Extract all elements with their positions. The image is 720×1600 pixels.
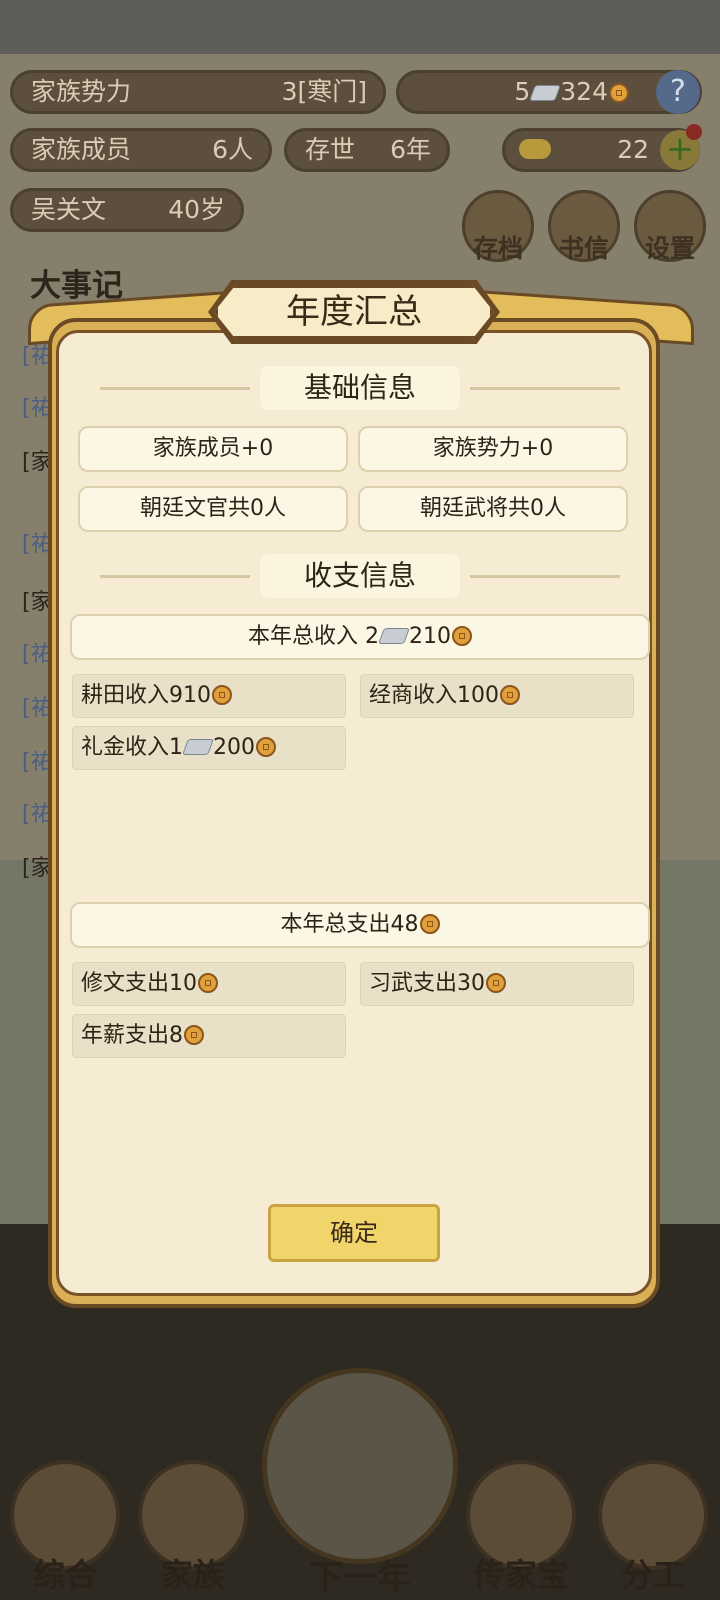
exist-pill: 存世 6年: [284, 128, 450, 172]
nav-assign-label: 分工: [620, 1556, 685, 1594]
expense-total-label: 本年总支出48: [280, 912, 419, 937]
finance-info-title: 收支信息: [260, 554, 460, 598]
income-total-prefix: 本年总收入 2: [248, 624, 379, 649]
letter-label: 书信: [558, 234, 609, 263]
silver-icon: [529, 85, 562, 101]
divider: [100, 575, 250, 578]
family-power-label: 家族势力: [31, 77, 132, 106]
save-button[interactable]: 存档: [462, 190, 534, 263]
exist-value: 6年: [390, 135, 431, 164]
coin-icon: [198, 973, 218, 993]
gold-count: 22: [617, 135, 649, 164]
finance-info-header: 收支信息: [100, 554, 620, 598]
exist-label: 存世: [305, 135, 356, 164]
income-total: 本年总收入 2 210: [70, 614, 650, 660]
study-expense-label: 修文支出10: [81, 971, 197, 996]
silver-count: 5: [514, 77, 531, 106]
business-income: 经商收入100: [360, 674, 634, 718]
family-power-pill: 家族势力 3[寒门]: [10, 70, 386, 114]
martial-expense-label: 习武支出30: [369, 971, 485, 996]
coin-icon: [609, 83, 629, 103]
family-members-change: 家族成员+0: [78, 426, 348, 472]
gold-ingot-icon: [519, 139, 551, 159]
family-power-value: 3[寒门]: [281, 77, 367, 106]
coin-icon: [419, 914, 440, 934]
nav-family-label: 家族: [160, 1556, 225, 1594]
next-year-label: 下一年: [309, 1558, 411, 1598]
nav-overview-label: 综合: [32, 1556, 97, 1594]
letter-button[interactable]: 书信: [548, 190, 620, 263]
nav-family[interactable]: 家族: [128, 1450, 258, 1600]
coin-icon: [256, 737, 276, 757]
nav-heirloom-label: 传家宝: [472, 1556, 569, 1594]
annual-summary-dialog: [56, 330, 652, 1296]
coin-icon: [452, 626, 472, 646]
notification-dot: [686, 124, 702, 140]
members-value: 6人: [212, 135, 253, 164]
military-generals-count: 朝廷武将共0人: [358, 486, 628, 532]
civil-officials-count: 朝廷文官共0人: [78, 486, 348, 532]
coin-count: 324: [560, 77, 608, 106]
settings-label: 设置: [644, 234, 695, 263]
business-income-label: 经商收入100: [369, 683, 499, 708]
help-button[interactable]: ?: [656, 70, 700, 114]
coin-icon: [212, 685, 232, 705]
dialog-title: 年度汇总: [214, 284, 494, 340]
farming-income-label: 耕田收入910: [81, 683, 211, 708]
coin-icon: [184, 1025, 204, 1045]
coin-icon: [500, 685, 520, 705]
person-age: 40岁: [168, 195, 225, 224]
income-total-suffix: 210: [409, 624, 451, 649]
confirm-button[interactable]: 确定: [268, 1204, 440, 1262]
martial-expense: 习武支出30: [360, 962, 634, 1006]
divider: [100, 387, 250, 390]
divider: [470, 575, 620, 578]
basic-info-header: 基础信息: [100, 366, 620, 410]
members-pill: 家族成员 6人: [10, 128, 272, 172]
status-bar: [0, 0, 720, 54]
divider: [470, 387, 620, 390]
study-expense: 修文支出10: [72, 962, 346, 1006]
nav-overview[interactable]: 综合: [0, 1450, 130, 1600]
gift-income-suffix: 200: [213, 735, 255, 760]
settings-button[interactable]: 设置: [634, 190, 706, 263]
farming-income: 耕田收入910: [72, 674, 346, 718]
events-title: 大事记: [30, 268, 123, 304]
members-label: 家族成员: [31, 135, 132, 164]
person-pill: 吴关文 40岁: [10, 188, 244, 232]
silver-icon: [182, 739, 214, 755]
gift-income-prefix: 礼金收入1: [81, 735, 183, 760]
salary-expense: 年薪支出8: [72, 1014, 346, 1058]
silver-icon: [378, 628, 410, 644]
basic-info-title: 基础信息: [260, 366, 460, 410]
coin-icon: [486, 973, 506, 993]
person-name: 吴关文: [31, 195, 107, 224]
family-power-change: 家族势力+0: [358, 426, 628, 472]
nav-heirloom[interactable]: 传家宝: [456, 1450, 586, 1600]
save-label: 存档: [472, 234, 523, 263]
expense-total: 本年总支出48: [70, 902, 650, 948]
nav-assign[interactable]: 分工: [588, 1450, 718, 1600]
next-year-button[interactable]: 下一年: [262, 1368, 458, 1598]
salary-expense-label: 年薪支出8: [81, 1023, 183, 1048]
currency-values: 5 324: [514, 73, 629, 111]
gift-income: 礼金收入1 200: [72, 726, 346, 770]
